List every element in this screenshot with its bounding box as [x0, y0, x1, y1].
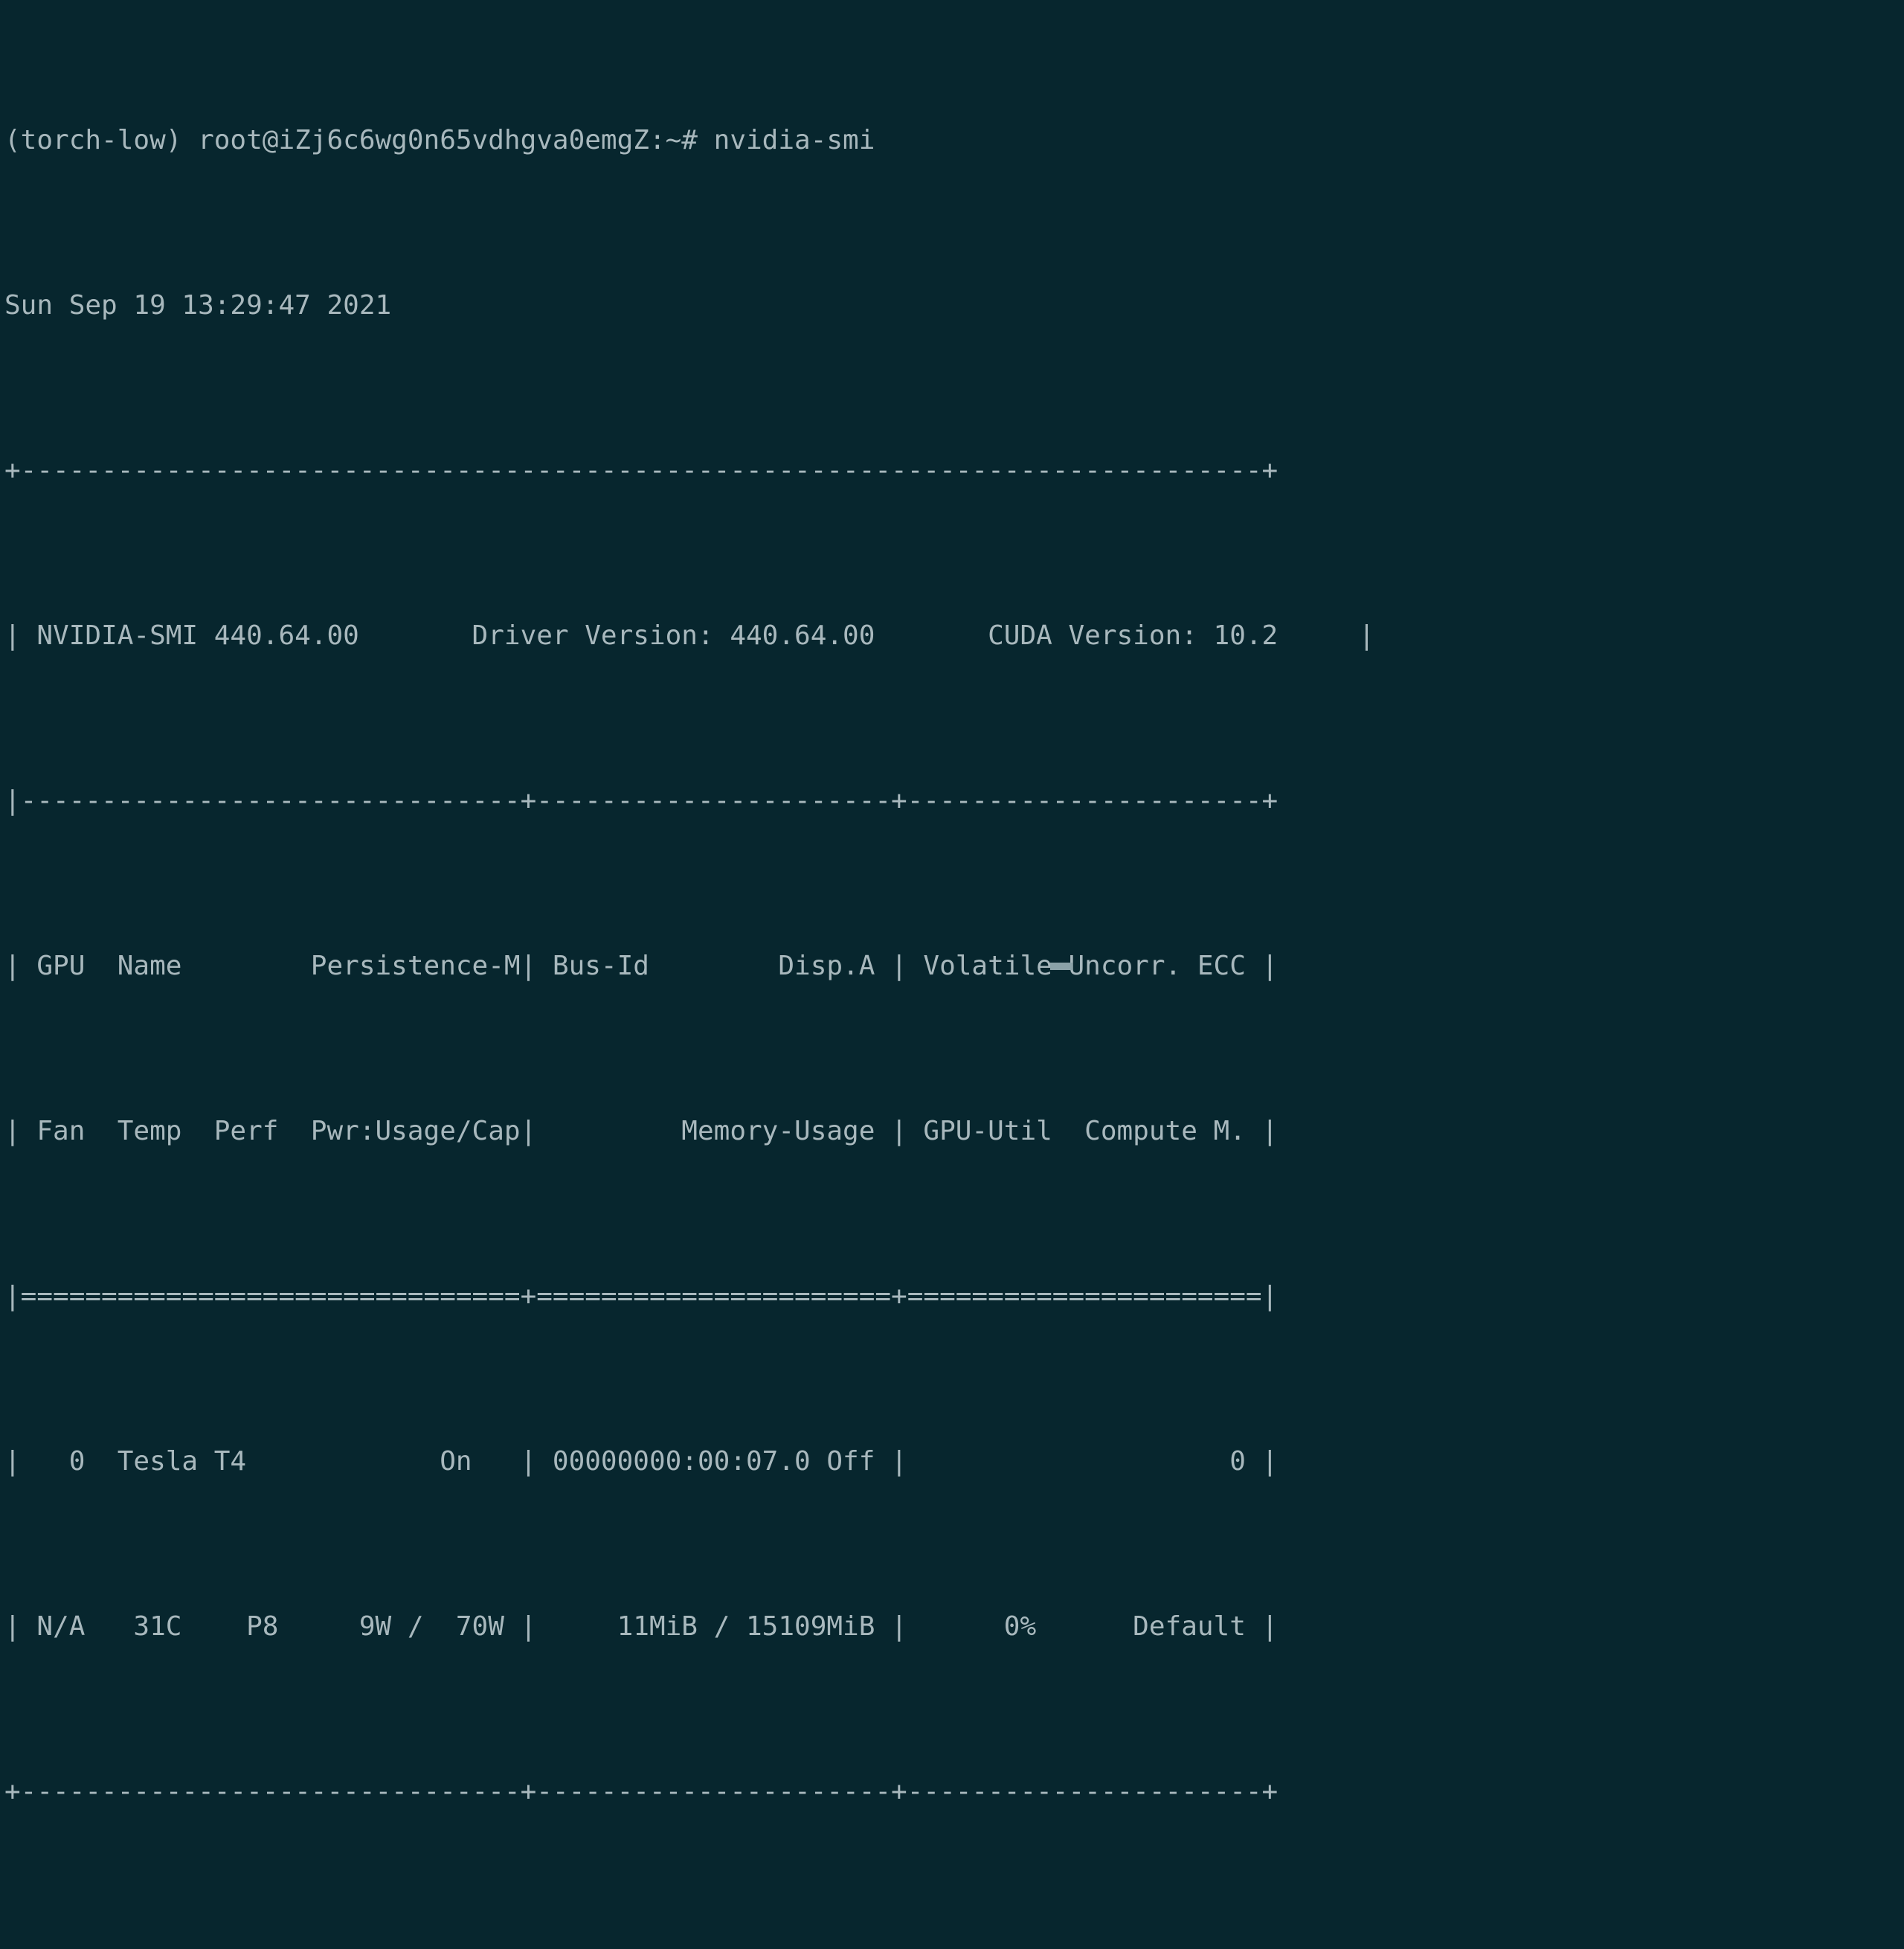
smi-border-mid: |-------------------------------+-------… — [4, 786, 1279, 816]
smi-border-top: +---------------------------------------… — [4, 455, 1279, 486]
prompt-command-line: (torch-low) root@iZj6c6wg0n65vdhgva0emgZ… — [4, 125, 875, 155]
timestamp-line: Sun Sep 19 13:29:47 2021 — [4, 290, 392, 321]
smi-border-eq: |===============================+=======… — [4, 1281, 1279, 1311]
smi-header-row-2: | Fan Temp Perf Pwr:Usage/Cap| Memory-Us… — [4, 1116, 1279, 1146]
smi-border-bottom: +-------------------------------+-------… — [4, 1776, 1279, 1807]
terminal-window[interactable]: (torch-low) root@iZj6c6wg0n65vdhgva0emgZ… — [0, 0, 1904, 1807]
smi-header-row-1: | GPU Name Persistence-M| Bus-Id Disp.A … — [4, 951, 1279, 981]
smi-version-line: | NVIDIA-SMI 440.64.00 Driver Version: 4… — [4, 620, 1375, 651]
text-cursor — [1050, 963, 1072, 970]
smi-gpu-row-2: | N/A 31C P8 9W / 70W | 11MiB / 15109MiB… — [4, 1611, 1279, 1642]
smi-gpu-row-1: | 0 Tesla T4 On | 00000000:00:07.0 Off |… — [4, 1446, 1279, 1477]
